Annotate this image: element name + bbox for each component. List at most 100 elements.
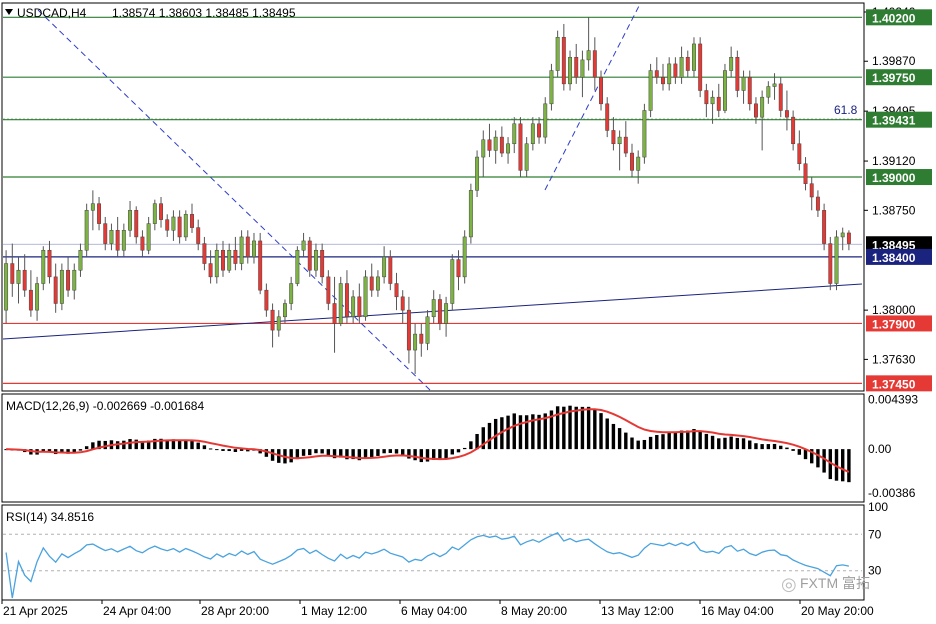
- candle-body: [499, 136, 504, 154]
- macd-bar: [190, 440, 194, 450]
- macd-bar: [128, 439, 132, 450]
- macd-bar: [425, 449, 430, 462]
- macd-bar: [617, 428, 622, 450]
- candle-body: [313, 249, 318, 271]
- macd-bar: [723, 437, 727, 450]
- macd-bar: [196, 442, 200, 450]
- macd-bar: [698, 431, 702, 450]
- macd-bar: [772, 443, 777, 450]
- candle-body: [815, 196, 820, 211]
- macd-bar: [797, 449, 802, 455]
- candle-body: [723, 70, 727, 111]
- candle-body: [84, 210, 89, 251]
- candle-body: [822, 210, 827, 244]
- price-panel: [1, 2, 865, 392]
- candle-body: [344, 283, 349, 318]
- macd-bar: [574, 406, 578, 450]
- watermark: FXTM 富拓: [800, 575, 870, 591]
- macd-bar: [326, 449, 331, 456]
- candle-body: [382, 256, 387, 278]
- fib-label: 61.8: [834, 103, 858, 117]
- macd-bar: [227, 449, 231, 452]
- macd-bar: [308, 449, 312, 456]
- candle-body: [357, 296, 362, 318]
- candle-body: [729, 56, 734, 71]
- watermark-logo-icon: ◎: [781, 574, 797, 595]
- macd-bar: [605, 418, 609, 450]
- time-tick-label: 6 May 04:00: [401, 604, 467, 618]
- candle-body: [716, 96, 721, 111]
- price-tick-label: 1.38750: [872, 203, 916, 217]
- macd-bar: [580, 406, 585, 450]
- macd-bar: [822, 449, 826, 473]
- macd-bar: [221, 449, 225, 451]
- macd-bar: [512, 413, 516, 450]
- candle-body: [648, 70, 653, 111]
- macd-bar: [208, 448, 213, 450]
- candle-body: [735, 56, 740, 91]
- candle-body: [196, 227, 201, 244]
- macd-bar: [376, 449, 380, 456]
- candle-body: [394, 283, 399, 298]
- level-label-2: 1.39431: [872, 114, 916, 128]
- candle-body: [245, 236, 250, 258]
- macd-bar: [717, 438, 721, 450]
- macd-bar: [450, 449, 454, 455]
- candle-body: [338, 283, 343, 324]
- macd-bar: [177, 440, 182, 450]
- macd-bar: [487, 422, 492, 450]
- candle-body: [177, 216, 182, 238]
- macd-tick-label: 0.004393: [868, 392, 918, 406]
- candle-body: [264, 289, 269, 311]
- candle-body: [617, 136, 622, 145]
- candle-body: [679, 56, 684, 78]
- macd-bar: [760, 444, 764, 450]
- macd-bar: [735, 437, 740, 450]
- candle-body: [462, 236, 467, 278]
- time-tick-label: 13 May 12:00: [601, 604, 674, 618]
- macd-bar: [673, 432, 678, 450]
- candle-body: [642, 110, 647, 158]
- macd-bar: [78, 449, 83, 451]
- candle-body: [320, 249, 325, 278]
- candle-body: [605, 103, 610, 131]
- macd-bar: [215, 449, 219, 451]
- candle-body: [307, 240, 312, 271]
- candle-body: [772, 83, 777, 87]
- candle-body: [4, 263, 9, 311]
- macd-bar: [785, 447, 789, 450]
- candle-body: [109, 230, 114, 244]
- candle-body: [369, 276, 374, 291]
- candle-body: [846, 232, 851, 244]
- candle-body: [611, 130, 616, 145]
- macd-bar: [518, 415, 523, 450]
- candle-body: [766, 86, 771, 98]
- candle-body: [475, 156, 480, 191]
- rsi-title: RSI(14) 34.8516: [6, 510, 94, 524]
- candle-body: [10, 263, 15, 284]
- candle-body: [803, 163, 808, 184]
- candle-body: [506, 143, 511, 154]
- candle-body: [413, 333, 418, 351]
- macd-bar: [555, 406, 560, 450]
- candle-body: [549, 70, 554, 105]
- level-label-3: 1.39000: [872, 171, 916, 185]
- candle-body: [53, 276, 58, 304]
- candle-body: [444, 303, 449, 324]
- macd-bar: [791, 449, 795, 451]
- candle-body: [809, 183, 814, 198]
- candle-body: [115, 230, 120, 251]
- candle-body: [828, 243, 833, 284]
- candle-body: [375, 276, 380, 291]
- macd-bar: [314, 449, 318, 454]
- candle-body: [66, 269, 71, 291]
- candle-body: [797, 143, 802, 164]
- macd-bar: [289, 449, 293, 463]
- candle-body: [431, 299, 436, 318]
- candle-body: [555, 37, 560, 71]
- macd-bar: [270, 449, 275, 461]
- macd-bar: [122, 440, 126, 450]
- candle-body: [165, 219, 170, 231]
- candle-body: [493, 136, 498, 151]
- candle-body: [784, 110, 789, 118]
